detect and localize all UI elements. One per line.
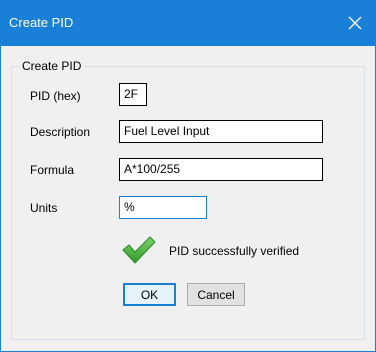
pid-label: PID (hex) [30,89,81,103]
window-title: Create PID [9,15,74,30]
pid-input[interactable]: 2F [119,83,147,106]
formula-input[interactable]: A*100/255 [119,158,323,181]
close-button[interactable] [335,0,375,46]
title-bar[interactable]: Create PID [1,0,375,46]
checkmark-icon [121,235,157,265]
description-input[interactable]: Fuel Level Input [119,120,323,143]
cancel-button[interactable]: Cancel [187,283,245,306]
groupbox-legend: Create PID [19,59,85,73]
close-icon [348,16,362,30]
formula-label: Formula [30,163,75,177]
units-input[interactable]: % [119,196,207,219]
ok-button[interactable]: OK [123,283,176,306]
verification-status: PID successfully verified [169,244,300,258]
description-label: Description [30,125,91,139]
units-label: Units [30,201,58,215]
create-pid-dialog: Create PID Create PID PID (hex) 2F Descr… [0,0,376,352]
